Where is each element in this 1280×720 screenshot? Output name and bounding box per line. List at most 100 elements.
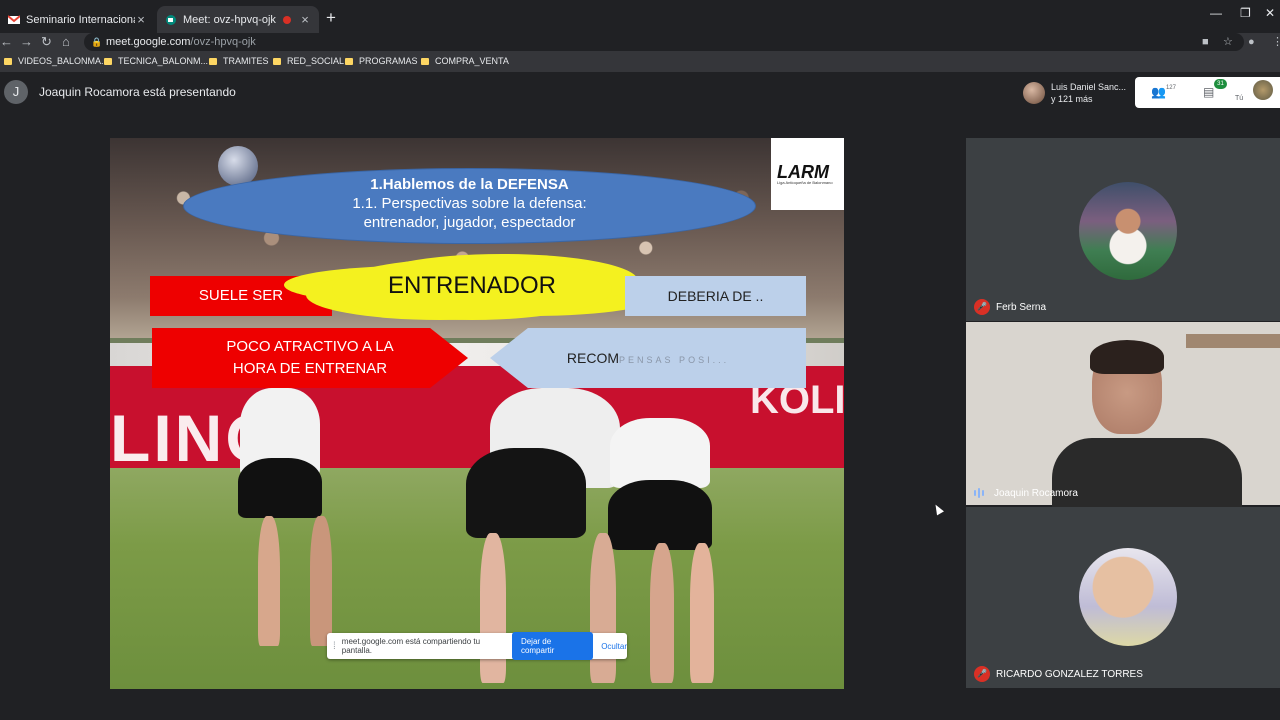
participant-name: RICARDO GONZALEZ TORRES	[996, 668, 1143, 680]
participant-tile[interactable]: Joaquin Rocamora	[966, 322, 1280, 508]
player-leg	[480, 533, 506, 683]
presenter-bar: J Joaquin Rocamora está presentando	[0, 73, 1000, 110]
folder-icon	[421, 57, 429, 65]
recompensas-text: RECOM	[566, 350, 620, 366]
gmail-icon	[8, 14, 20, 24]
back-icon[interactable]: ←	[0, 33, 13, 51]
home-icon[interactable]: ⌂	[62, 33, 70, 51]
player-leg	[258, 516, 280, 646]
participant-line2: y 121 más	[1051, 94, 1093, 104]
folder-icon	[345, 57, 353, 65]
new-tab-button[interactable]: +	[326, 8, 336, 28]
participant-name: Joaquin Rocamora	[994, 487, 1078, 499]
tab-title: Seminario Internacional Virtual d	[26, 13, 135, 26]
address-bar[interactable]: 🔒 meet.google.com/ovz-hpvq-ojk	[84, 33, 1244, 51]
bookmark-label: TRAMITES	[223, 56, 269, 66]
bookmark-label: COMPRA_VENTA	[435, 56, 509, 66]
participants-preview[interactable]: Luis Daniel Sanc... y 121 más	[1018, 77, 1138, 109]
player-shirt	[610, 418, 710, 488]
slide-subheading: 1.1. Perspectivas sobre la defensa:	[352, 195, 587, 212]
recording-icon	[283, 15, 291, 24]
close-tab-icon[interactable]: ×	[299, 12, 311, 27]
share-message: meet.google.com está compartiendo tu pan…	[341, 637, 481, 655]
meet-icon	[166, 14, 176, 25]
camera-icon[interactable]: ■	[1202, 33, 1209, 51]
bookmark-tecnica[interactable]: TECNICA_BALONM...	[104, 56, 208, 66]
self-avatar[interactable]	[1253, 80, 1273, 100]
bookmark-label: RED_SOCIAL	[287, 56, 345, 66]
participant-video	[1052, 340, 1242, 508]
lock-icon: 🔒	[91, 37, 103, 47]
tab-title: Meet: ovz-hpvq-ojk	[183, 13, 276, 26]
url-path: /ovz-hpvq-ojk	[190, 36, 256, 48]
poco-line2: HORA DE ENTRENAR	[232, 360, 388, 377]
suele-ser-box: SUELE SER	[150, 276, 332, 316]
person-hair	[1090, 340, 1164, 374]
profile-avatar-icon[interactable]: ●	[1248, 33, 1255, 51]
participant-tile[interactable]: 🎤 Ferb Serna	[966, 138, 1280, 321]
participant-tile[interactable]: 🎤 RICARDO GONZALEZ TORRES	[966, 507, 1280, 688]
presenter-avatar: J	[4, 79, 28, 104]
player-leg	[310, 516, 332, 646]
browser-tab-strip: Seminario Internacional Virtual d × Meet…	[0, 0, 1280, 33]
bookmark-programas[interactable]: PROGRAMAS	[345, 56, 418, 66]
tab-meet[interactable]: Meet: ovz-hpvq-ojk ×	[157, 6, 319, 33]
close-tab-icon[interactable]: ×	[135, 12, 147, 27]
participant-label: Joaquin Rocamora	[974, 487, 1078, 499]
drag-handle-icon[interactable]: ⁞	[333, 641, 336, 652]
slide-subheading-2: entrenador, jugador, espectador	[363, 214, 576, 231]
bookmarks-bar: VIDEOS_BALONMA... TECNICA_BALONM... TRAM…	[0, 51, 1280, 73]
browser-toolbar: ← → ↻ ⌂ 🔒 meet.google.com/ovz-hpvq-ojk ■…	[0, 33, 1280, 51]
logo-subtitle: Liga Antioqueña de Balonmano	[777, 180, 833, 185]
star-icon[interactable]: ☆	[1223, 33, 1233, 51]
forward-icon[interactable]: →	[20, 33, 33, 51]
mic-off-icon: 🎤	[974, 299, 990, 315]
slide-title-ellipse: 1.Hablemos de la DEFENSA 1.1. Perspectiv…	[183, 168, 756, 244]
avatar	[1023, 82, 1045, 104]
stop-sharing-button[interactable]: Dejar de compartir	[511, 632, 594, 660]
url-domain: meet.google.com	[106, 36, 191, 48]
bookmark-compra-venta[interactable]: COMPRA_VENTA	[421, 56, 509, 66]
maximize-icon[interactable]: ❐	[1240, 6, 1251, 20]
participant-name: Ferb Serna	[996, 301, 1047, 313]
screen-share-bar: ⁞ meet.google.com está compartiendo tu p…	[327, 632, 627, 660]
bookmark-tramites[interactable]: TRAMITES	[209, 56, 269, 66]
self-label: Tú	[1235, 95, 1244, 102]
bookmark-red-social[interactable]: RED_SOCIAL	[273, 56, 344, 66]
audio-level-icon	[974, 487, 988, 499]
shared-slide: LINO KOLIN 1.Hablemos de la DEFENSA 1.1.…	[110, 138, 844, 689]
participant-label: 🎤 Ferb Serna	[974, 299, 1046, 315]
entrenador-label: ENTRENADOR	[387, 272, 556, 299]
avatar	[1079, 548, 1177, 646]
player-leg	[590, 533, 616, 683]
bookmark-label: TECNICA_BALONM...	[118, 56, 209, 66]
close-window-icon[interactable]: ✕	[1265, 6, 1275, 20]
reload-icon[interactable]: ↻	[41, 33, 52, 51]
participants-names: Luis Daniel Sanc... y 121 más	[1051, 81, 1126, 105]
slide-heading: 1.Hablemos de la DEFENSA	[370, 176, 569, 193]
player-leg	[650, 543, 674, 683]
recompensas-fade: PENSAS POSI...	[619, 355, 730, 365]
player-shorts	[238, 458, 322, 518]
chat-icon[interactable]: ▤	[1203, 85, 1214, 99]
hide-button[interactable]: Ocultar	[601, 642, 627, 651]
participant-line1: Luis Daniel Sanc...	[1051, 82, 1127, 92]
recompensas-arrow: RECOMPENSAS POSI...	[490, 328, 806, 388]
menu-icon[interactable]: ⋮	[1272, 33, 1280, 51]
mic-off-icon: 🎤	[974, 666, 990, 682]
bookmark-label: PROGRAMAS	[359, 56, 418, 66]
chat-badge: 31	[1214, 79, 1227, 89]
bookmark-label: VIDEOS_BALONMA...	[18, 56, 109, 66]
player-leg	[690, 543, 714, 683]
people-icon[interactable]: 👥127	[1151, 85, 1176, 99]
person-body	[1052, 438, 1242, 508]
folder-icon	[209, 57, 217, 65]
bookmark-videos[interactable]: VIDEOS_BALONMA...	[4, 56, 109, 66]
tab-seminario[interactable]: Seminario Internacional Virtual d ×	[0, 6, 155, 33]
poco-line1: POCO ATRACTIVO A LA	[226, 338, 394, 355]
folder-icon	[104, 57, 112, 65]
minimize-icon[interactable]: —	[1210, 6, 1222, 20]
people-count: 127	[1165, 85, 1176, 91]
player-shorts	[608, 480, 712, 550]
shelf	[1186, 334, 1280, 348]
